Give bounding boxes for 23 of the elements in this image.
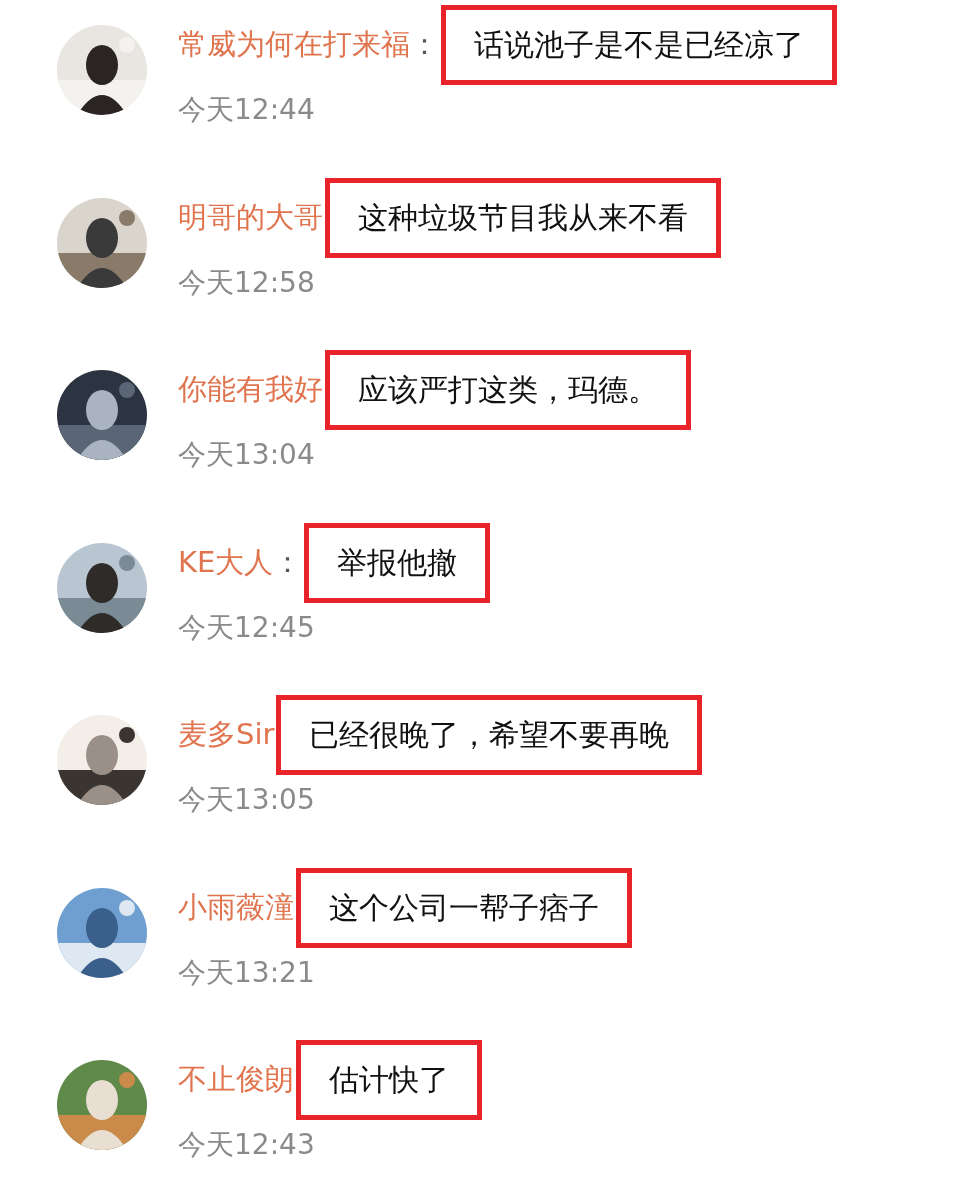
timestamp: 今天12:44	[178, 92, 316, 128]
timestamp: 今天12:45	[178, 609, 316, 646]
username[interactable]: 你能有我好	[178, 370, 323, 410]
timestamp: 今天12:43	[178, 1127, 316, 1163]
timestamp: 今天13:05	[178, 782, 316, 818]
username[interactable]: 麦多Sir	[178, 715, 275, 755]
comment-text: 这种垃圾节目我从来不看	[325, 177, 721, 258]
comment-text: 这个公司一帮子痞子	[296, 867, 632, 948]
timestamp: 今天13:21	[178, 954, 316, 991]
comment-text: 话说池子是不是已经凉了	[441, 5, 837, 85]
separator: ：	[410, 26, 439, 63]
comment-text: 举报他撤	[304, 522, 491, 603]
comment-text: 已经很晚了，希望不要再晚	[276, 695, 703, 775]
username[interactable]: 不止俊朗	[178, 1060, 294, 1100]
timestamp: 今天13:04	[178, 437, 316, 473]
username[interactable]: 常威为何在打来福	[178, 25, 410, 65]
username[interactable]: KE大人	[178, 542, 274, 583]
timestamp: 今天12:58	[178, 264, 316, 301]
username[interactable]: 明哥的大哥	[178, 197, 323, 238]
comment-text: 估计快了	[296, 1040, 482, 1120]
comment-text: 应该严打这类，玛德。	[325, 350, 691, 430]
separator: ：	[273, 543, 303, 581]
username[interactable]: 小雨薇潼	[178, 887, 294, 928]
